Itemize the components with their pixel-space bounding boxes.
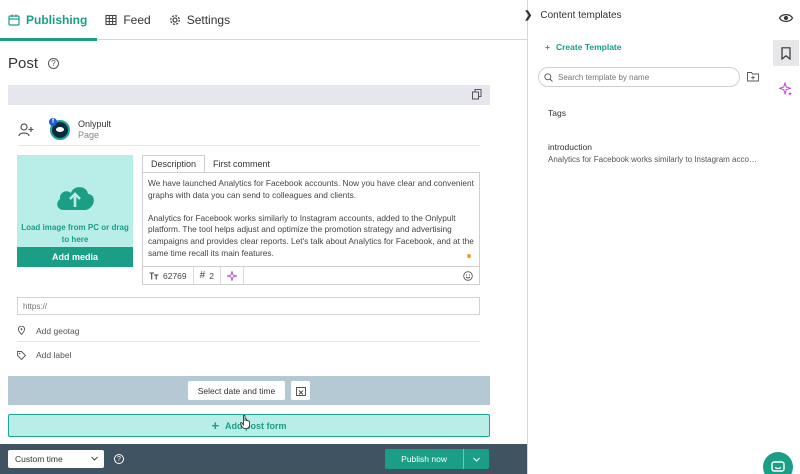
calendar-x-icon [295,386,306,396]
char-counter: 62769 [143,266,194,285]
chevron-down-icon [91,456,98,461]
location-pin-icon [17,326,26,335]
facebook-icon: f [49,117,57,126]
template-item[interactable]: introduction Analytics for Facebook work… [548,142,758,164]
account-info: Onlypult Page [78,119,111,141]
sparkle-icon [779,82,793,96]
chat-icon [771,461,785,472]
template-search-input[interactable] [558,72,728,82]
chevron-down-icon [473,457,480,462]
editor-toolbar: 62769 # 2 [142,266,480,285]
plus-icon: + [545,42,550,52]
status-dot-icon [467,254,471,258]
tab-settings-label: Settings [186,12,231,27]
tab-feed-label: Feed [123,12,151,27]
create-template-label: Create Template [555,42,622,52]
copy-icon[interactable] [472,89,482,100]
tags-label: Tags [548,108,566,118]
create-template-button[interactable]: + Create Template [545,42,621,52]
template-title: introduction [548,142,592,152]
char-count: 62769 [163,270,187,281]
url-input[interactable] [17,297,480,315]
description-tabs: Description First comment [142,155,278,172]
right-icon-rail [770,0,800,474]
upload-instructions: Load image from PC or drag to here [21,223,129,244]
account-avatar[interactable]: f [49,117,70,140]
add-post-form-label: Add post form [225,420,287,431]
smile-icon [462,270,473,281]
add-geotag-label: Add geotag [36,325,80,336]
collapse-panel-icon[interactable]: ❯ [524,10,532,21]
panel-title: Content templates [540,10,622,21]
content-templates-panel: ❯ Content templates + Create Template Ta… [524,0,770,474]
hashtag-icon: # [199,270,206,281]
publish-footer: Custom time ? Publish now [0,444,527,474]
tab-publishing-label: Publishing [26,12,88,27]
ai-assist-button[interactable] [221,266,244,285]
tab-description[interactable]: Description [142,155,206,172]
add-geotag-row[interactable]: Add geotag [17,320,480,342]
clear-date-button[interactable] [291,381,311,400]
calendar-icon [8,14,20,26]
gear-icon [169,14,180,25]
account-row: f Onlypult Page [18,114,480,146]
time-help-icon[interactable]: ? [114,454,124,464]
account-name: Onlypult [78,118,112,129]
eye-icon [779,14,793,22]
description-paragraph: Analytics for Facebook works similarly t… [148,212,474,258]
publish-button-group: Publish now [385,449,489,469]
grid-icon [105,14,117,25]
add-label-row[interactable]: Add label [17,344,480,366]
hand-cursor-icon [240,415,250,429]
hashtag-counter: # 2 [194,266,221,285]
add-user-icon[interactable] [18,122,34,138]
tag-icon [17,350,26,360]
account-type: Page [78,129,100,140]
add-folder-icon[interactable] [747,71,759,82]
sparkle-icon [226,270,237,281]
post-header-bar [8,85,490,105]
chat-support-button[interactable] [763,452,793,474]
templates-button[interactable] [773,40,799,66]
add-media-button[interactable]: Add media [17,247,133,267]
hashtag-count: 2 [209,270,214,281]
template-search [538,67,740,87]
post-editor: Post ? f Onlypult Page Load image from P… [0,41,527,474]
template-preview: Analytics for Facebook works similarly t… [548,155,758,164]
tab-settings[interactable]: Settings [161,0,240,40]
schedule-bar: Select date and time [8,376,490,405]
preview-button[interactable] [773,5,799,31]
time-select-value: Custom time [15,454,63,464]
cloud-upload-icon [57,187,94,210]
tab-first-comment[interactable]: First comment [205,155,278,172]
ai-button[interactable] [773,76,799,102]
text-size-icon [149,272,159,280]
post-title-text: Post [8,55,39,72]
select-date-button[interactable]: Select date and time [187,381,286,400]
tab-publishing[interactable]: Publishing [0,0,98,41]
time-select[interactable]: Custom time [8,450,104,468]
plus-icon: + [211,418,220,433]
panel-header: ❯ Content templates [524,10,622,21]
tab-feed[interactable]: Feed [97,0,160,40]
top-navigation: Publishing Feed Settings [0,0,527,41]
description-textarea[interactable]: We have launched Analytics for Facebook … [142,172,480,267]
description-paragraph: We have launched Analytics for Facebook … [148,178,474,200]
publish-options-button[interactable] [463,449,489,469]
search-icon [544,72,553,82]
bookmark-icon [781,46,791,60]
emoji-button[interactable] [461,270,479,281]
help-icon[interactable]: ? [48,58,60,69]
publish-now-button[interactable]: Publish now [385,449,463,469]
add-label-label: Add label [36,350,72,360]
page-title: Post ? [8,55,60,72]
